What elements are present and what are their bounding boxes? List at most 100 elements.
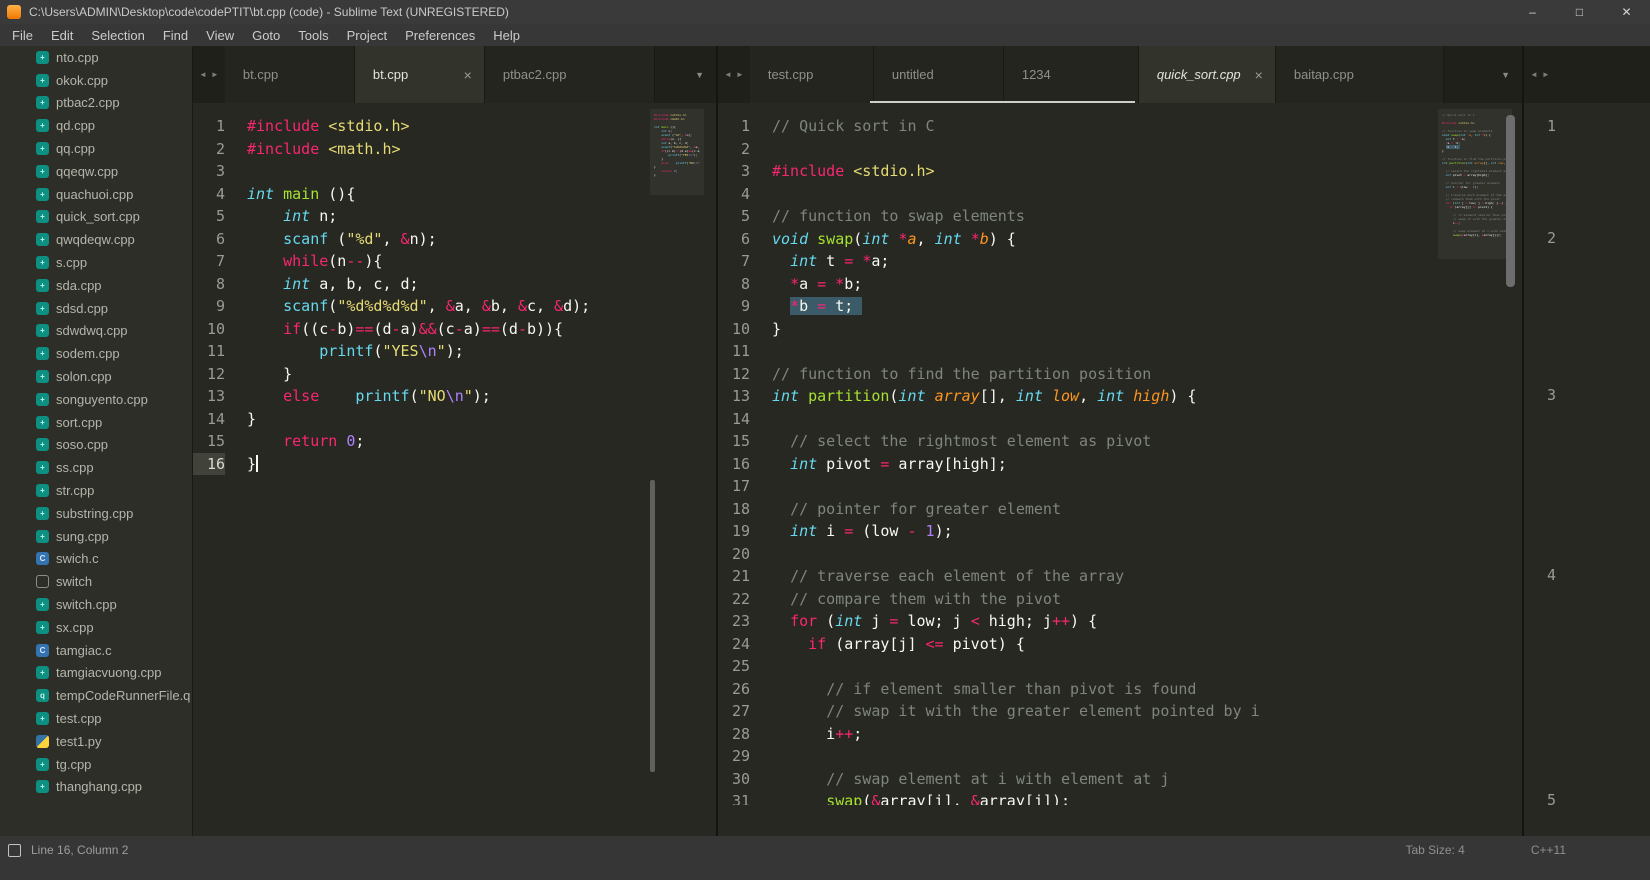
sidebar-item[interactable]: +switch.cpp bbox=[0, 593, 192, 616]
code-line[interactable]: // function to swap elements bbox=[772, 205, 1522, 228]
line-number[interactable]: 13 bbox=[193, 385, 225, 408]
line-number[interactable]: 23 bbox=[718, 610, 750, 633]
minimap-left[interactable]: #include <stdio.h>#include <math.h>int m… bbox=[654, 113, 700, 177]
tab-close-icon[interactable]: × bbox=[464, 68, 472, 82]
sidebar-item[interactable]: Ctamgiac.c bbox=[0, 639, 192, 662]
line-number[interactable]: 15 bbox=[193, 430, 225, 453]
line-number[interactable]: 4 bbox=[193, 183, 225, 206]
tab-quick_sort.cpp[interactable]: quick_sort.cpp× bbox=[1139, 46, 1276, 103]
tab-overflow-icon[interactable]: ▼ bbox=[683, 70, 716, 80]
menu-item-selection[interactable]: Selection bbox=[82, 24, 153, 46]
line-number[interactable]: 21 bbox=[718, 565, 750, 588]
sidebar-item[interactable]: +substring.cpp bbox=[0, 502, 192, 525]
line-number[interactable]: 1 bbox=[718, 115, 750, 138]
code-line[interactable]: int t = *a; bbox=[772, 250, 1522, 273]
sidebar-item[interactable]: +test.cpp bbox=[0, 707, 192, 730]
minimize-button[interactable]: – bbox=[1509, 0, 1556, 24]
menu-item-edit[interactable]: Edit bbox=[42, 24, 82, 46]
sidebar-item[interactable]: qtempCodeRunnerFile.q bbox=[0, 684, 192, 707]
code-line[interactable]: printf("YES\n"); bbox=[247, 340, 716, 363]
code-line[interactable]: int main (){ bbox=[247, 183, 716, 206]
line-number[interactable]: 30 bbox=[718, 768, 750, 791]
tab-baitap.cpp[interactable]: baitap.cpp bbox=[1276, 46, 1444, 103]
scrollbar-handle[interactable] bbox=[650, 480, 655, 772]
maximize-button[interactable]: □ bbox=[1556, 0, 1603, 24]
line-number[interactable]: 8 bbox=[718, 273, 750, 296]
code-line[interactable]: // function to find the partition positi… bbox=[772, 363, 1522, 386]
sidebar-item[interactable]: +songuyento.cpp bbox=[0, 388, 192, 411]
code-line[interactable]: int a, b, c, d; bbox=[247, 273, 716, 296]
menu-item-goto[interactable]: Goto bbox=[243, 24, 289, 46]
sidebar-item[interactable]: +okok.cpp bbox=[0, 69, 192, 92]
sidebar-item[interactable]: +s.cpp bbox=[0, 251, 192, 274]
line-number[interactable]: 16 bbox=[193, 453, 225, 476]
minimap-right[interactable]: // Quick sort in C#include <stdio.h>// f… bbox=[1442, 113, 1508, 237]
line-number[interactable]: 9 bbox=[718, 295, 750, 318]
vertical-scrollbar[interactable] bbox=[1506, 115, 1515, 287]
line-number[interactable]: 5 bbox=[718, 205, 750, 228]
sidebar-item[interactable]: +str.cpp bbox=[0, 479, 192, 502]
code-line[interactable]: scanf("%d%d%d%d", &a, &b, &c, &d); bbox=[247, 295, 716, 318]
sidebar-item[interactable]: +tg.cpp bbox=[0, 753, 192, 776]
sidebar-item[interactable]: +sda.cpp bbox=[0, 274, 192, 297]
line-number[interactable]: 28 bbox=[718, 723, 750, 746]
code-line[interactable]: return 0; bbox=[247, 430, 716, 453]
line-number[interactable]: 6 bbox=[193, 228, 225, 251]
code-line[interactable]: // traverse each element of the array bbox=[772, 565, 1522, 588]
code-line[interactable] bbox=[247, 160, 716, 183]
code-left[interactable]: #include <stdio.h>#include <math.h>int m… bbox=[225, 115, 716, 805]
sidebar-item[interactable]: +nto.cpp bbox=[0, 46, 192, 69]
line-number[interactable]: 17 bbox=[718, 475, 750, 498]
sidebar-item[interactable]: +soso.cpp bbox=[0, 434, 192, 457]
line-number[interactable]: 19 bbox=[718, 520, 750, 543]
sidebar-item[interactable]: +quachuoi.cpp bbox=[0, 183, 192, 206]
code-line[interactable]: } bbox=[247, 408, 716, 431]
tab-scroll-right-icon[interactable]: ► bbox=[736, 70, 744, 79]
line-number[interactable]: 12 bbox=[193, 363, 225, 386]
code-line[interactable]: swap(&array[i], &array[j]); bbox=[772, 790, 1522, 805]
line-number[interactable]: 2 bbox=[718, 138, 750, 161]
sidebar-item[interactable]: +sdsd.cpp bbox=[0, 297, 192, 320]
line-number[interactable]: 9 bbox=[193, 295, 225, 318]
code-line[interactable]: for (int j = low; j < high; j++) { bbox=[772, 610, 1522, 633]
line-number[interactable]: 27 bbox=[718, 700, 750, 723]
line-number[interactable]: 3 bbox=[193, 160, 225, 183]
tab-scroll-right-icon[interactable]: ► bbox=[1542, 70, 1550, 79]
tab-scroll-left-icon[interactable]: ◄ bbox=[1530, 70, 1538, 79]
code-line[interactable]: scanf ("%d", &n); bbox=[247, 228, 716, 251]
line-number[interactable]: 14 bbox=[718, 408, 750, 431]
code-line[interactable]: if (array[j] <= pivot) { bbox=[772, 633, 1522, 656]
tab-test.cpp[interactable]: test.cpp bbox=[750, 46, 874, 103]
line-number[interactable]: 3 bbox=[718, 160, 750, 183]
line-number[interactable]: 1 bbox=[193, 115, 225, 138]
code-line[interactable]: int pivot = array[high]; bbox=[772, 453, 1522, 476]
editor-pane-far[interactable]: 12345 bbox=[1522, 103, 1650, 836]
tab-overflow-icon[interactable]: ▼ bbox=[1489, 70, 1522, 80]
sidebar-item[interactable]: +quick_sort.cpp bbox=[0, 206, 192, 229]
line-number[interactable]: 8 bbox=[193, 273, 225, 296]
tab-scroll-left-icon[interactable]: ◄ bbox=[199, 70, 207, 79]
code-line[interactable]: int partition(int array[], int low, int … bbox=[772, 385, 1522, 408]
sidebar-item[interactable]: +ptbac2.cpp bbox=[0, 92, 192, 115]
line-number[interactable]: 18 bbox=[718, 498, 750, 521]
sidebar-item[interactable]: +qq.cpp bbox=[0, 137, 192, 160]
editor-pane-right[interactable]: 1234567891011121314151617181920212223242… bbox=[716, 103, 1522, 836]
line-number[interactable]: 26 bbox=[718, 678, 750, 701]
code-line[interactable]: // Quick sort in C bbox=[772, 115, 1522, 138]
code-line[interactable]: // pointer for greater element bbox=[772, 498, 1522, 521]
line-number[interactable]: 11 bbox=[718, 340, 750, 363]
line-number[interactable]: 13 bbox=[718, 385, 750, 408]
code-line[interactable]: i++; bbox=[772, 723, 1522, 746]
sidebar-item[interactable]: Cswich.c bbox=[0, 548, 192, 571]
code-line[interactable]: #include <stdio.h> bbox=[772, 160, 1522, 183]
menu-item-file[interactable]: File bbox=[3, 24, 42, 46]
menu-item-tools[interactable]: Tools bbox=[289, 24, 337, 46]
sidebar-item[interactable]: +thanghang.cpp bbox=[0, 776, 192, 799]
tab-1234[interactable]: 1234 bbox=[1004, 46, 1139, 103]
tab-size-indicator[interactable]: Tab Size: 4 bbox=[1405, 843, 1464, 857]
code-line[interactable]: // swap element at i with element at j bbox=[772, 768, 1522, 791]
tab-untitled[interactable]: untitled bbox=[874, 46, 1004, 103]
code-line[interactable]: // select the rightmost element as pivot bbox=[772, 430, 1522, 453]
menu-item-view[interactable]: View bbox=[197, 24, 243, 46]
code-line[interactable]: if((c-b)==(d-a)&&(c-a)==(d-b)){ bbox=[247, 318, 716, 341]
